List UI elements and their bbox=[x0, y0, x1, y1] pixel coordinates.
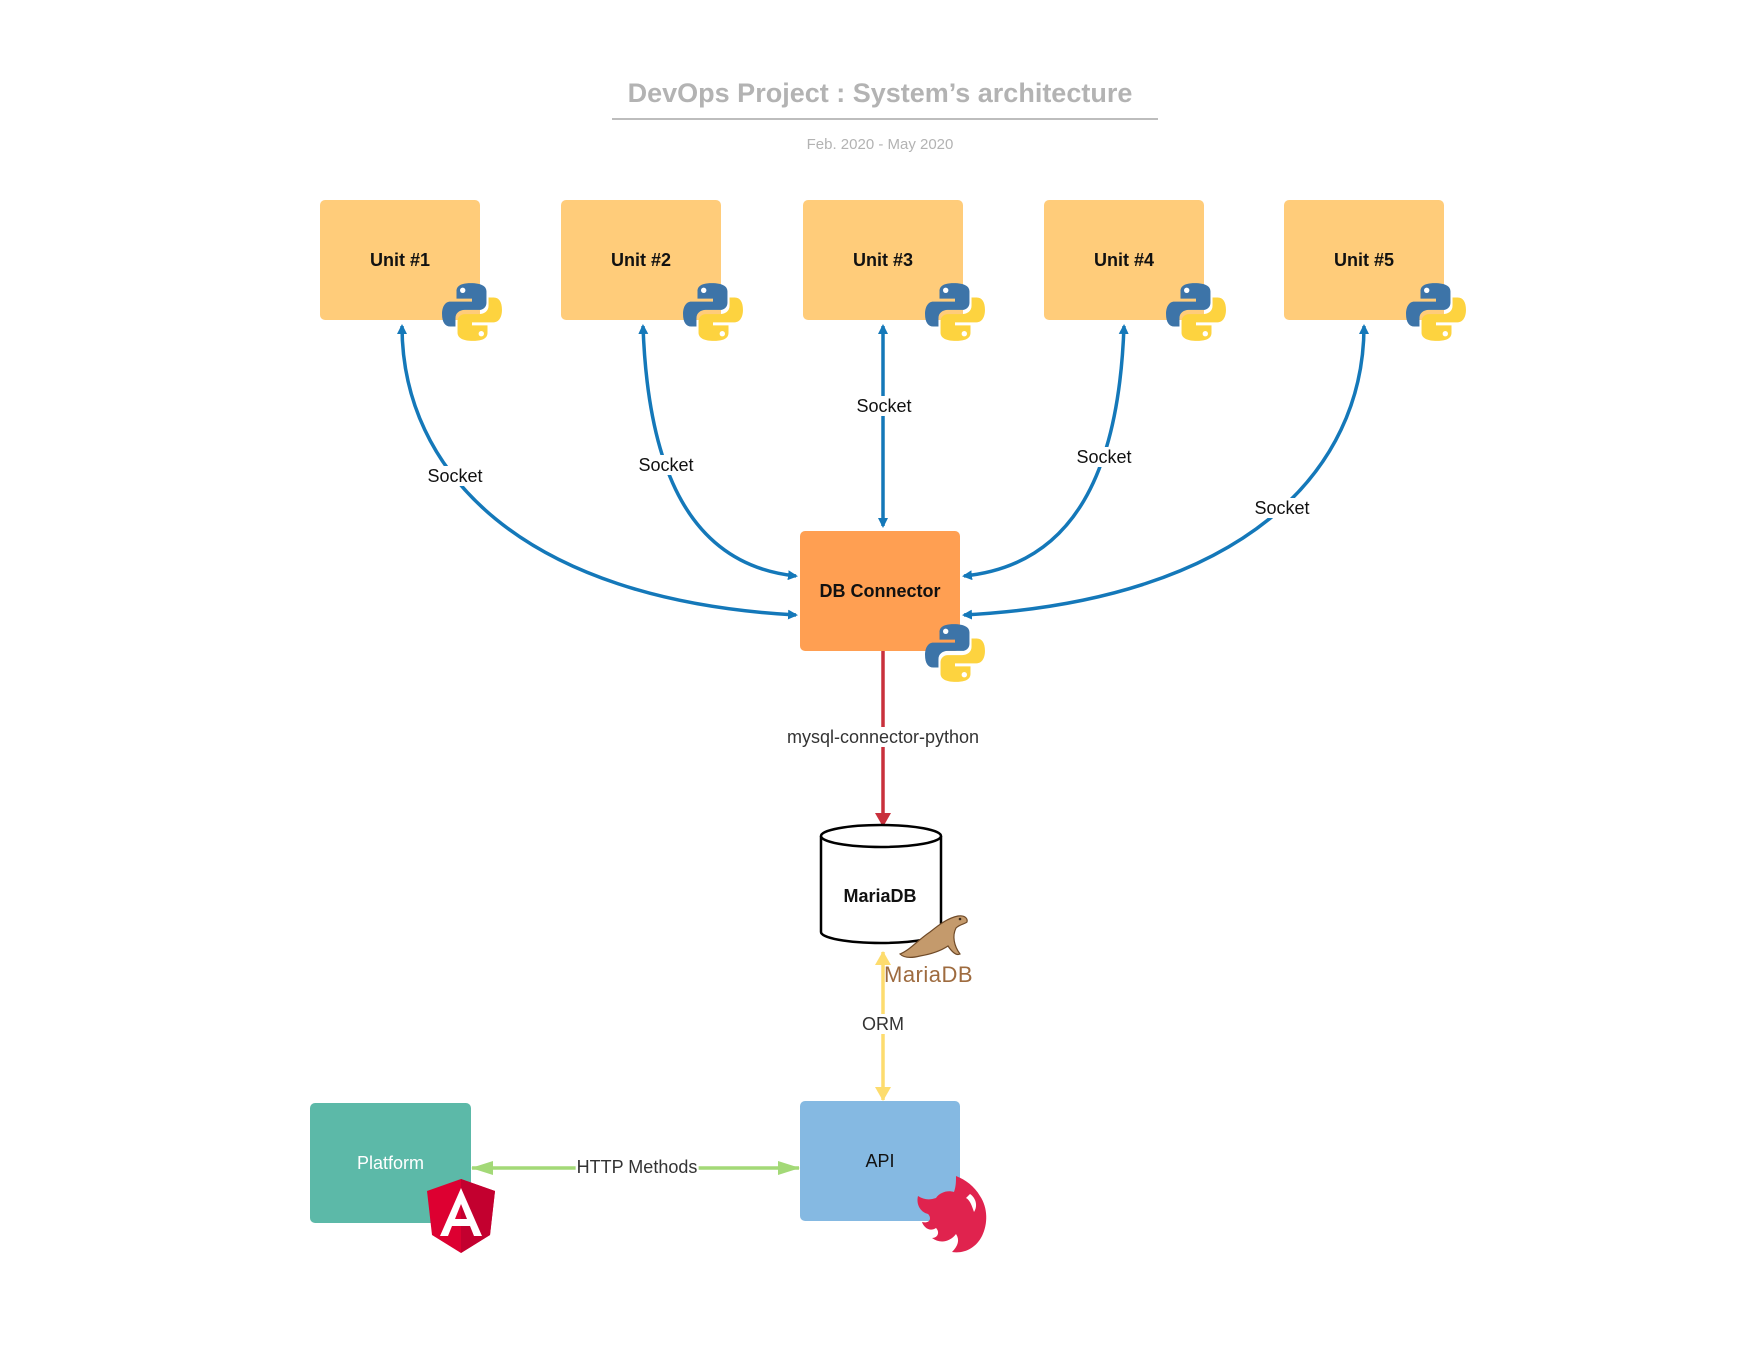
socket-edge-unit-2 bbox=[638, 324, 798, 581]
python-logo-icon bbox=[683, 283, 743, 341]
platform-label: Platform bbox=[356, 1152, 425, 1173]
mariadb-seal-logo-icon bbox=[898, 915, 968, 958]
unit-3-label: Unit #3 bbox=[852, 249, 913, 270]
python-logo-icon bbox=[442, 283, 502, 341]
db-connector-label: DB Connector bbox=[819, 580, 941, 601]
unit-4-label: Unit #4 bbox=[1093, 249, 1154, 270]
mariadb-label: MariaDB bbox=[843, 886, 917, 906]
nestjs-logo-icon bbox=[917, 1176, 987, 1253]
socket-label-unit-5: Socket bbox=[1253, 498, 1311, 518]
python-logo-icon bbox=[1166, 283, 1226, 341]
socket-label-unit-4: Socket bbox=[1075, 447, 1133, 467]
python-logo-icon bbox=[925, 283, 985, 341]
mysql-connector-label: mysql-connector-python bbox=[785, 727, 981, 747]
unit-1-label: Unit #1 bbox=[369, 249, 430, 270]
orm-label: ORM bbox=[861, 1014, 905, 1034]
socket-label-unit-3: Socket bbox=[855, 396, 913, 416]
socket-label-unit-2: Socket bbox=[637, 455, 695, 475]
api-label: API bbox=[865, 1150, 895, 1171]
socket-label-unit-1: Socket bbox=[426, 466, 484, 486]
unit-2-label: Unit #2 bbox=[610, 249, 671, 270]
python-logo-icon bbox=[1406, 283, 1466, 341]
unit-5-label: Unit #5 bbox=[1333, 249, 1394, 270]
angular-logo-icon bbox=[427, 1179, 495, 1253]
http-methods-label: HTTP Methods bbox=[575, 1157, 699, 1177]
socket-edge-unit-5 bbox=[962, 324, 1369, 620]
python-logo-icon bbox=[925, 624, 985, 682]
mariadb-logo-text: MariaDB bbox=[884, 962, 974, 987]
